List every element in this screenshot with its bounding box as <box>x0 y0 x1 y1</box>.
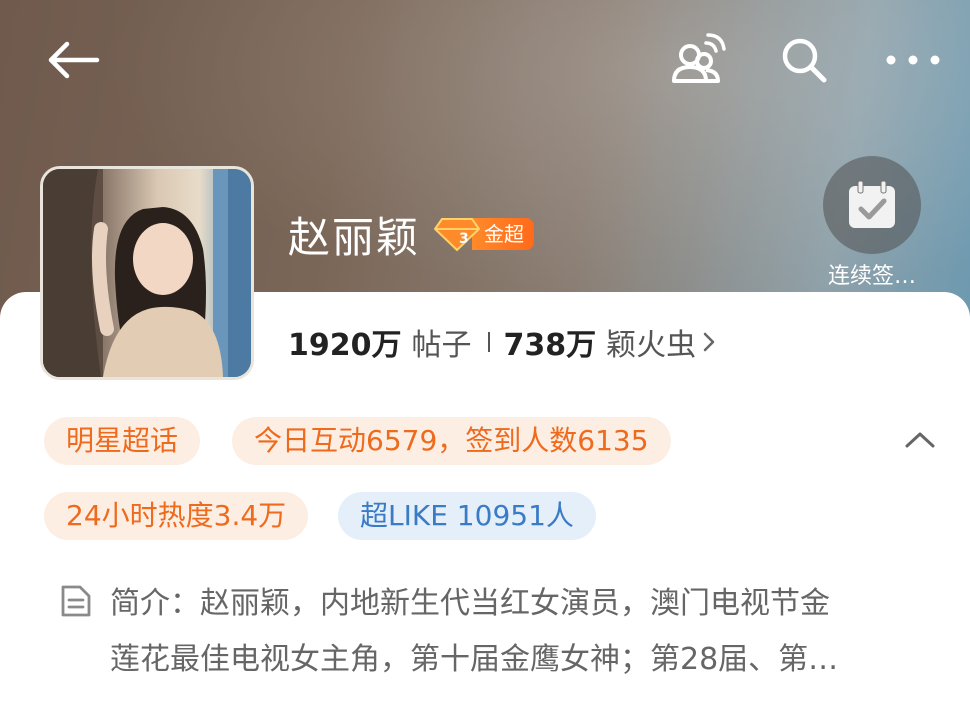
topic-intro[interactable]: 简介：赵丽颖，内地新生代当红女演员，澳门电视节金 莲花最佳电视女主角，第十届金鹰… <box>110 576 900 688</box>
avatar-portrait-image <box>43 169 251 377</box>
search-button[interactable] <box>774 30 834 90</box>
search-icon <box>782 38 827 83</box>
chevron-right-icon <box>703 332 715 352</box>
rank-level: 3 <box>459 231 469 247</box>
posts-count: 1920万 <box>288 328 402 363</box>
fans-label: 颖火虫 <box>606 328 697 363</box>
topic-avatar[interactable] <box>40 166 254 380</box>
calendar-check-icon <box>849 180 895 228</box>
superlike-tag[interactable]: 超LIKE 10951人 <box>338 492 596 540</box>
checkin-label: 连续签… <box>827 264 916 289</box>
super-topic-page: 赵丽颖 3 金超 连续签… 1920万 帖子 738万 颖火虫 明星超话 今日互… <box>0 0 970 701</box>
intro-line-2: 莲花最佳电视女主角，第十届金鹰女神；第28届、第… <box>110 642 839 677</box>
collapse-button[interactable] <box>896 420 944 460</box>
category-tag[interactable]: 明星超话 <box>44 417 201 465</box>
diamond-icon: 3 <box>433 216 481 252</box>
checkin-circle <box>823 156 921 254</box>
today-activity-tag[interactable]: 今日互动6579，签到人数6135 <box>232 417 671 465</box>
topic-name: 赵丽颖 <box>288 212 421 262</box>
heat-tag[interactable]: 24小时热度3.4万 <box>44 492 309 540</box>
document-icon <box>61 585 91 617</box>
topic-title-row: 赵丽颖 3 金超 <box>288 204 535 264</box>
intro-line-1: 简介：赵丽颖，内地新生代当红女演员，澳门电视节金 <box>110 586 830 621</box>
more-button[interactable] <box>880 38 946 82</box>
posts-label: 帖子 <box>411 328 472 363</box>
fans-count: 738万 <box>503 328 597 363</box>
fans-group-button[interactable] <box>664 30 728 90</box>
chevron-up-icon <box>905 432 935 448</box>
stats-row[interactable]: 1920万 帖子 738万 颖火虫 <box>288 322 716 363</box>
stats-divider <box>487 332 490 352</box>
rank-badge[interactable]: 3 金超 <box>433 216 535 252</box>
checkin-button[interactable]: 连续签… <box>812 156 932 290</box>
rank-label: 金超 <box>472 218 535 250</box>
more-dots-icon <box>886 55 940 65</box>
fans-group-icon <box>672 33 726 83</box>
back-arrow-icon <box>48 41 100 79</box>
back-button[interactable] <box>38 34 108 86</box>
